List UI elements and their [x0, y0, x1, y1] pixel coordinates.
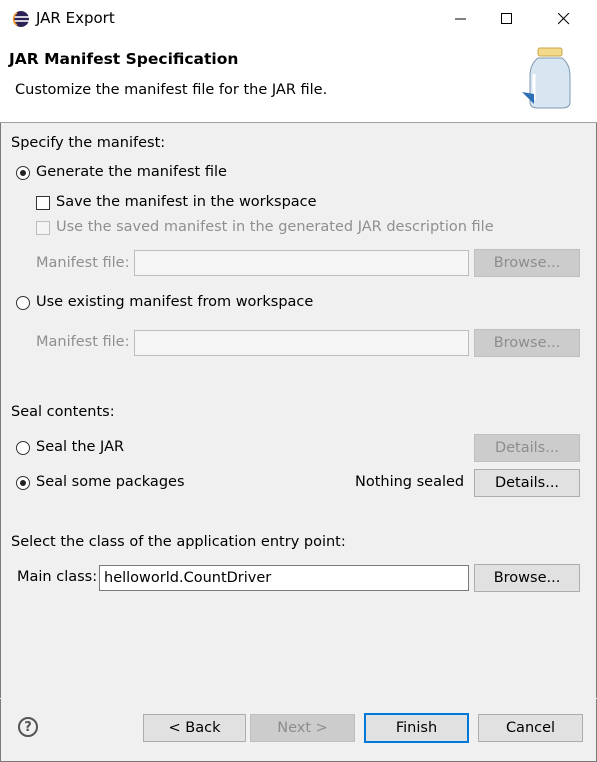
- seal-packages-radio[interactable]: [16, 476, 30, 490]
- cancel-button[interactable]: Cancel: [478, 714, 583, 742]
- manifest-file-label: Manifest file:: [36, 255, 130, 271]
- use-existing-manifest-label[interactable]: Use existing manifest from workspace: [36, 294, 313, 310]
- minimize-button[interactable]: [438, 0, 484, 38]
- seal-packages-details-button[interactable]: Details...: [474, 469, 580, 497]
- existing-manifest-browse-button[interactable]: Browse...: [474, 329, 580, 357]
- page-description: Customize the manifest file for the JAR …: [15, 82, 328, 98]
- title-bar[interactable]: JAR Export: [0, 0, 597, 38]
- maximize-icon: [501, 13, 512, 24]
- main-class-input[interactable]: helloworld.CountDriver: [99, 565, 469, 591]
- wizard-banner: JAR Manifest Specification Customize the…: [0, 38, 597, 123]
- existing-manifest-file-input[interactable]: [134, 330, 469, 356]
- next-button[interactable]: Next >: [250, 714, 355, 742]
- existing-manifest-file-label: Manifest file:: [36, 334, 130, 350]
- seal-section-label: Seal contents:: [11, 404, 115, 420]
- seal-packages-label[interactable]: Seal some packages: [36, 474, 185, 490]
- eclipse-logo-icon: [12, 11, 29, 27]
- close-button[interactable]: [541, 0, 587, 38]
- main-class-label: Main class:: [17, 569, 98, 585]
- save-manifest-label[interactable]: Save the manifest in the workspace: [56, 194, 317, 210]
- close-icon: [558, 13, 570, 25]
- window-title: JAR Export: [36, 9, 115, 27]
- manifest-file-input[interactable]: [134, 250, 469, 276]
- entry-point-section-label: Select the class of the application entr…: [11, 534, 346, 550]
- seal-jar-details-button[interactable]: Details...: [474, 434, 580, 462]
- page-title: JAR Manifest Specification: [9, 50, 239, 68]
- footer-separator: [0, 698, 597, 699]
- generate-manifest-radio[interactable]: [16, 166, 30, 180]
- manifest-browse-button[interactable]: Browse...: [474, 249, 580, 277]
- help-icon[interactable]: ?: [18, 717, 38, 737]
- jar-icon: [522, 47, 571, 109]
- use-existing-manifest-radio[interactable]: [16, 296, 30, 310]
- help-glyph: ?: [24, 719, 32, 735]
- use-saved-manifest-checkbox[interactable]: [36, 221, 50, 235]
- minimize-icon: [455, 18, 466, 20]
- save-manifest-checkbox[interactable]: [36, 196, 50, 210]
- back-button[interactable]: < Back: [143, 714, 246, 742]
- seal-status-text: Nothing sealed: [355, 474, 465, 490]
- manifest-section-label: Specify the manifest:: [11, 135, 166, 151]
- finish-button[interactable]: Finish: [364, 713, 469, 743]
- seal-jar-radio[interactable]: [16, 441, 30, 455]
- generate-manifest-label[interactable]: Generate the manifest file: [36, 164, 227, 180]
- seal-jar-label[interactable]: Seal the JAR: [36, 439, 124, 455]
- use-saved-manifest-label: Use the saved manifest in the generated …: [56, 219, 494, 235]
- main-class-browse-button[interactable]: Browse...: [474, 564, 580, 592]
- maximize-button[interactable]: [484, 0, 530, 38]
